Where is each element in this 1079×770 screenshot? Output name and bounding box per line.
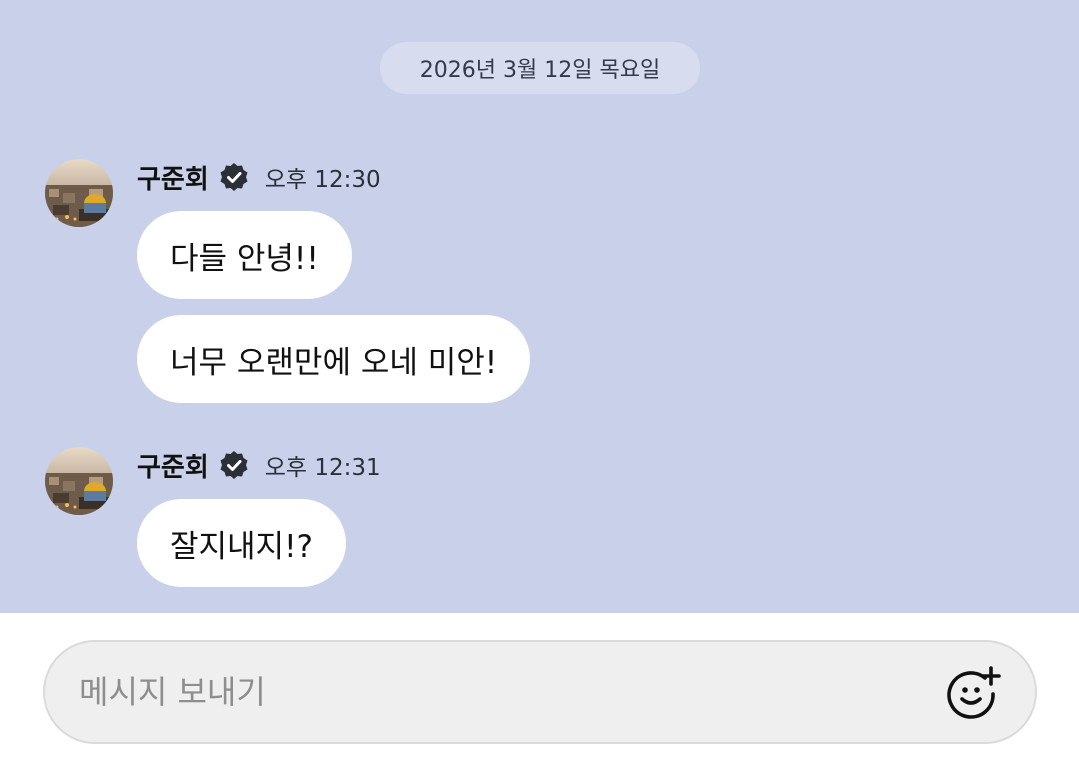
chat-area: 2026년 3월 12일 목요일 구준회 오후 12:30 다들 안녕!! 너무… [0,0,1079,613]
message-header: 구준회 오후 12:31 [137,447,381,483]
message-time: 오후 12:31 [264,455,381,481]
message-bubble[interactable]: 너무 오랜만에 오네 미안! [137,315,531,403]
message-input[interactable] [77,672,943,712]
message-bubble[interactable]: 다들 안녕!! [137,211,352,299]
avatar[interactable] [45,447,113,515]
sender-name[interactable]: 구준회 [137,159,209,196]
sender-name[interactable]: 구준회 [137,447,209,484]
message-bubble[interactable]: 잘지내지!? [137,499,346,587]
add-emoji-icon [947,666,1001,719]
message-time: 오후 12:30 [264,167,381,193]
add-emoji-button[interactable] [943,662,1003,722]
message-composer [43,640,1037,744]
avatar[interactable] [45,159,113,227]
verified-badge-icon [219,450,249,480]
message-header: 구준회 오후 12:30 [137,159,381,195]
date-divider: 2026년 3월 12일 목요일 [380,42,700,94]
verified-badge-icon [219,162,249,192]
